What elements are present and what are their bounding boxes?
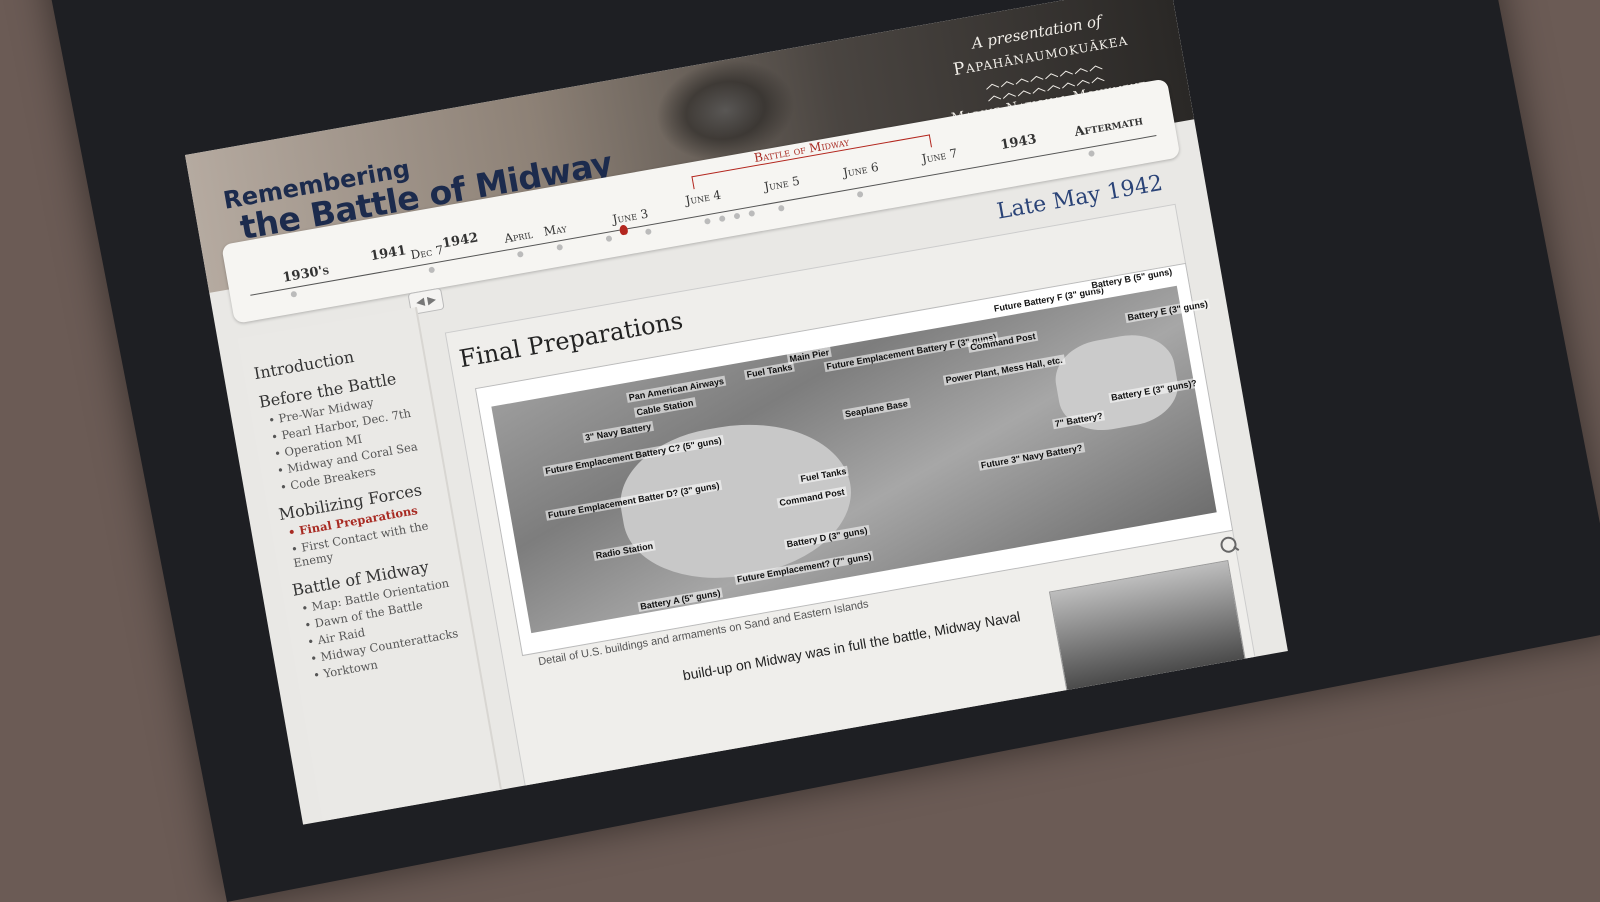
map-label: Pan American Airways (626, 375, 727, 403)
timeline-label[interactable]: June 3 (612, 207, 650, 227)
timeline-label[interactable]: 1943 (999, 132, 1037, 153)
map-label: Seaplane Base (842, 398, 911, 420)
map-label: Fuel Tanks (743, 361, 796, 381)
timeline-label[interactable]: June 7 (921, 146, 959, 166)
map-label: Battery A (5" guns) (637, 587, 724, 613)
timeline-label[interactable]: April (503, 227, 534, 246)
timeline-label[interactable]: Dec 7 (410, 243, 445, 263)
timeline-dot[interactable] (605, 235, 613, 243)
timeline-label[interactable]: May (543, 221, 568, 239)
timeline-dot[interactable] (777, 204, 785, 212)
timeline-dot[interactable] (748, 209, 756, 217)
timeline-label[interactable]: June 4 (684, 188, 722, 208)
timeline-dot[interactable] (703, 217, 711, 225)
timeline-dot[interactable] (733, 212, 741, 220)
timeline-dot[interactable] (290, 290, 298, 298)
timeline-dot[interactable] (644, 228, 652, 236)
timeline-label[interactable]: 1941 (369, 243, 407, 264)
timeline-label[interactable]: 1942 (441, 230, 479, 251)
timeline-dot[interactable] (556, 243, 564, 251)
timeline-dot[interactable] (718, 215, 726, 223)
map-label: 3" Navy Battery (582, 420, 654, 444)
timeline-dot[interactable] (428, 266, 436, 274)
timeline-dot[interactable] (516, 250, 524, 258)
timeline-label[interactable]: June 5 (763, 174, 801, 194)
map-label: Power Plant, Mess Hall, etc. (942, 354, 1066, 386)
timeline-label[interactable]: Aftermath (1073, 113, 1144, 140)
current-position-marker[interactable] (618, 224, 629, 236)
map-label: Future 3" Navy Battery? (978, 442, 1086, 471)
map-label: Cable Station (633, 397, 697, 418)
timeline-label[interactable]: June 6 (842, 160, 880, 180)
timeline-dot[interactable] (1088, 150, 1095, 158)
map-label: Battery E (3" guns) (1124, 298, 1211, 324)
timeline-dot[interactable] (856, 190, 864, 198)
